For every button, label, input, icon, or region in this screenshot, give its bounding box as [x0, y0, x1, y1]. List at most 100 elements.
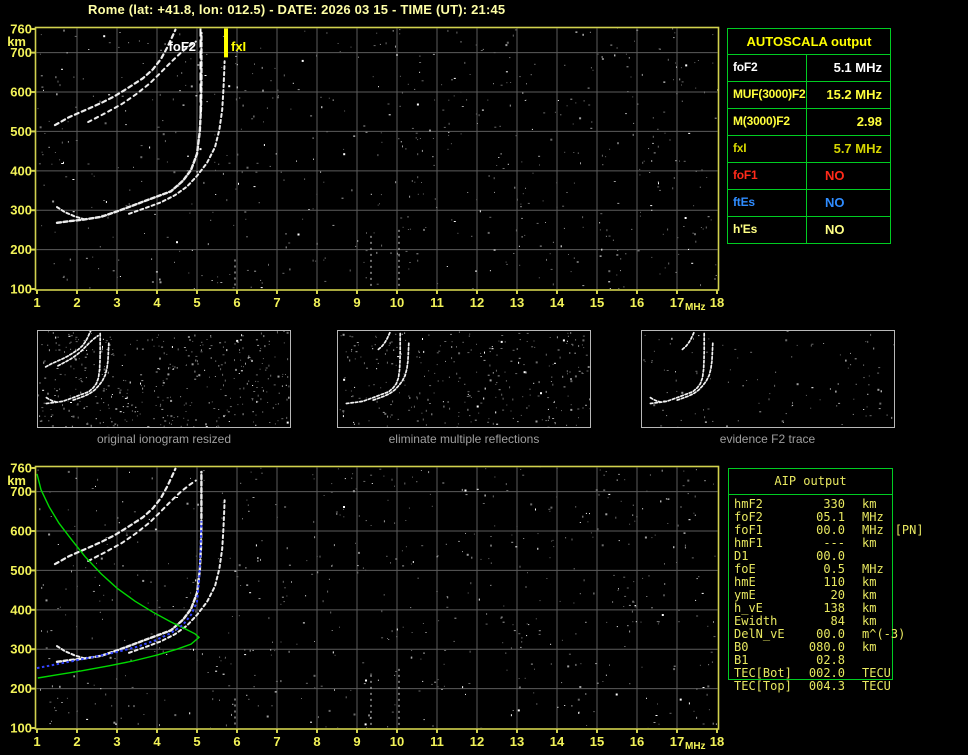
y-tick-label: 500: [10, 563, 32, 578]
aip-unit: km: [862, 640, 877, 654]
x-tick-label: 3: [113, 295, 120, 310]
x-tick-label: 7: [273, 295, 280, 310]
x-tick-label: 12: [470, 295, 484, 310]
x-tick-label: 12: [470, 734, 484, 749]
scaled-frequency-markers: foF2 fxI: [169, 28, 246, 114]
x-tick-label: 13: [510, 734, 524, 749]
autoscala-row-fof2: foF2 5.1 MHz: [728, 54, 890, 81]
axis-labels: 760700600500400300200100km1 2 3 4 5 6 7 8 9 10 11 1…: [7, 461, 724, 753]
x-tick-label: 18: [710, 295, 724, 310]
aip-value: 004.3: [808, 679, 845, 693]
plot-border: [34, 26, 720, 291]
parameter-label: h'Es: [728, 217, 807, 243]
x-tick-label: 18: [710, 734, 724, 749]
y-tick-label: 100: [10, 721, 32, 736]
parameter-value: NO: [825, 222, 845, 237]
x-tick-label: 4: [153, 295, 161, 310]
thumbnail-border: [37, 330, 291, 428]
parameter-label: fxI: [728, 136, 807, 162]
y-axis-unit-label: km: [7, 473, 26, 488]
x-tick-label: 7: [273, 734, 280, 749]
y-axis-unit-label: km: [7, 34, 26, 49]
aip-note: [PN]: [894, 523, 924, 537]
thumbnail-border: [641, 330, 895, 428]
parameter-label: foF2: [728, 55, 807, 81]
grid-lines: [36, 28, 718, 289]
x-tick-label: 9: [353, 295, 360, 310]
x-tick-label: 11: [430, 734, 444, 749]
autoscala-row-fof1: foF1 NO: [728, 162, 890, 189]
aip-row-b0: B0 080.0 km: [729, 641, 892, 654]
x-tick-label: 13: [510, 295, 524, 310]
x-tick-label: 3: [113, 734, 120, 749]
y-tick-label: 500: [10, 124, 32, 139]
parameter-label: M(3000)F2: [728, 109, 807, 135]
parameter-value: NO: [825, 195, 845, 210]
x-tick-label: 9: [353, 734, 360, 749]
y-tick-label: 400: [10, 163, 32, 178]
x-tick-label: 6: [233, 734, 240, 749]
autoscala-row-m3000f2: M(3000)F2 2.98: [728, 108, 890, 135]
aip-table-rows: hmF2 330 km foF2 05.1 MHz foF1 00.0 MHz [PN] hmF1-…: [729, 495, 924, 667]
autoscala-row-hes: h'Es NO: [728, 216, 890, 243]
y-tick-label: 300: [10, 642, 32, 657]
plot-content: [36, 467, 717, 728]
thumbnail-caption-eliminate: eliminate multiple reflections: [388, 432, 540, 446]
parameter-value: 5.1 MHz: [833, 60, 882, 75]
x-tick-label: 14: [550, 295, 565, 310]
x-tick-label: 16: [630, 295, 644, 310]
autoscala-table-rows: foF2 5.1 MHz MUF(3000)F2 15.2 MHz M(3000)F2 2…: [728, 54, 890, 243]
aip-tec-rows: TEC[Bot] 002.0 TECU TEC[Top] 004.3 TECU: [729, 667, 892, 693]
parameter-value: NO: [825, 168, 845, 183]
aip-table-header: AIP output: [729, 469, 892, 495]
x-tick-label: 6: [233, 295, 240, 310]
x-tick-label: 1: [33, 295, 40, 310]
x-tick-label: 17: [670, 295, 684, 310]
axis-labels: 760700600500400300200100km1 2 3 4 5 6 7 8 9 10 11 1…: [7, 22, 724, 314]
x-tick-label: 5: [193, 734, 200, 749]
aip-unit: km: [862, 536, 877, 550]
grid-lines: [36, 467, 718, 728]
x-tick-label: 14: [550, 734, 565, 749]
restored-trace: [36, 521, 203, 670]
x-tick-label: 8: [313, 295, 320, 310]
x-tick-label: 10: [390, 734, 404, 749]
x-tick-label: 15: [590, 295, 604, 310]
x-axis-unit-label: MHz: [685, 741, 706, 752]
y-tick-label: 600: [10, 524, 32, 539]
x-tick-label: 5: [193, 295, 200, 310]
axis-ticks: [31, 28, 718, 294]
x-tick-label: 4: [153, 734, 161, 749]
thumbnail-original: [37, 330, 291, 428]
aip-output-table: AIP output hmF2 330 km foF2 05.1 MHz foF1 00.0 M…: [728, 468, 924, 693]
foF2-marker-label: foF2: [169, 39, 196, 54]
y-tick-label: 200: [10, 681, 32, 696]
x-tick-label: 1: [33, 734, 40, 749]
thumbnail-caption-original: original ionogram resized: [96, 432, 232, 446]
aip-param: TEC[Top]: [734, 679, 792, 693]
x-tick-label: 8: [313, 734, 320, 749]
parameter-value: 15.2 MHz: [826, 87, 882, 102]
autoscala-table-header: AUTOSCALA output: [746, 34, 872, 49]
y-tick-label: 200: [10, 242, 32, 257]
plot-content: [37, 28, 718, 289]
electron-density-profile: [36, 473, 201, 679]
x-tick-label: 16: [630, 734, 644, 749]
x-tick-label: 11: [430, 295, 444, 310]
parameter-label: ftEs: [728, 190, 807, 216]
thumbnail-evidence: [641, 330, 895, 428]
parameter-label: foF1: [728, 163, 807, 189]
x-tick-label: 2: [73, 734, 80, 749]
x-tick-label: 10: [390, 295, 404, 310]
y-tick-label: 400: [10, 602, 32, 617]
y-tick-label: 600: [10, 85, 32, 100]
fxI-marker-label: fxI: [231, 39, 246, 54]
y-tick-label: 100: [10, 282, 32, 297]
parameter-value: 2.98: [856, 114, 882, 129]
plot-border: [34, 465, 720, 730]
parameter-value: 5.7 MHz: [833, 141, 882, 156]
aip-unit: TECU: [862, 679, 891, 693]
autoscala-row-fxi: fxI 5.7 MHz: [728, 135, 890, 162]
autoscala-row-ftes: ftEs NO: [728, 189, 890, 216]
y-tick-label: 300: [10, 203, 32, 218]
